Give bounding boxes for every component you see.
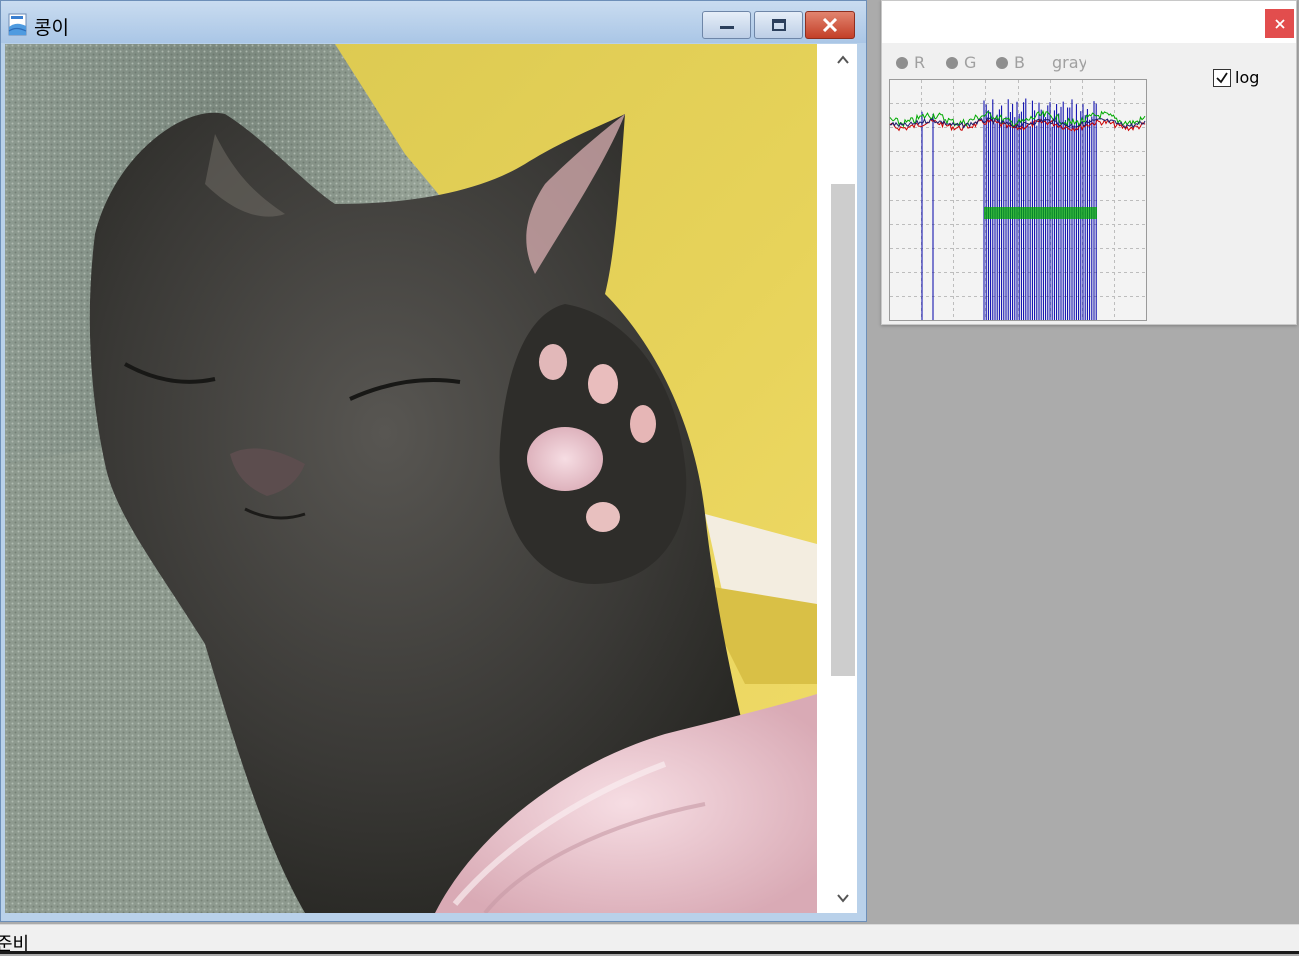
chevron-up-icon[interactable]: [835, 52, 851, 68]
image-viewport[interactable]: [5, 44, 857, 913]
maximize-icon: [771, 19, 786, 31]
radio-g-label: G: [964, 53, 977, 72]
checkmark-icon: [1216, 72, 1228, 83]
close-icon: [822, 18, 838, 32]
histogram-window: R G B gray log: [881, 0, 1297, 325]
histogram-plot: [889, 79, 1147, 321]
minimize-button[interactable]: [702, 11, 751, 39]
histogram-close-button[interactable]: [1265, 9, 1294, 38]
radio-dot-icon: [946, 56, 958, 69]
close-icon: [1274, 18, 1285, 29]
window-title: 콩이: [34, 17, 69, 39]
radio-b[interactable]: B: [996, 53, 1025, 72]
log-label: log: [1235, 68, 1260, 87]
scrollbar-thumb[interactable]: [831, 184, 855, 676]
maximize-button[interactable]: [754, 11, 803, 39]
close-button[interactable]: [805, 11, 855, 39]
radio-r[interactable]: R: [896, 53, 925, 72]
radio-gray-label: gray: [1052, 53, 1086, 72]
image-window-titlebar[interactable]: 콩이: [1, 1, 866, 43]
green-band: [984, 207, 1097, 219]
log-checkbox[interactable]: log: [1213, 68, 1259, 87]
radio-dot-icon: [996, 56, 1008, 69]
status-bar: 준비: [0, 924, 1299, 955]
radio-r-label: R: [914, 53, 926, 72]
histogram-titlebar[interactable]: [882, 1, 1296, 43]
kitten-photo: [5, 44, 817, 913]
vertical-scrollbar[interactable]: [829, 44, 857, 913]
minimize-icon: [719, 26, 734, 29]
radio-g[interactable]: G: [946, 53, 976, 72]
radio-gray[interactable]: gray: [1046, 53, 1086, 72]
checkbox-box[interactable]: [1213, 68, 1231, 87]
image-window: 콩이: [0, 0, 867, 922]
document-icon: [8, 13, 27, 36]
radio-b-label: B: [1014, 53, 1025, 72]
radio-dot-icon: [896, 56, 908, 69]
chevron-down-icon[interactable]: [835, 890, 851, 906]
